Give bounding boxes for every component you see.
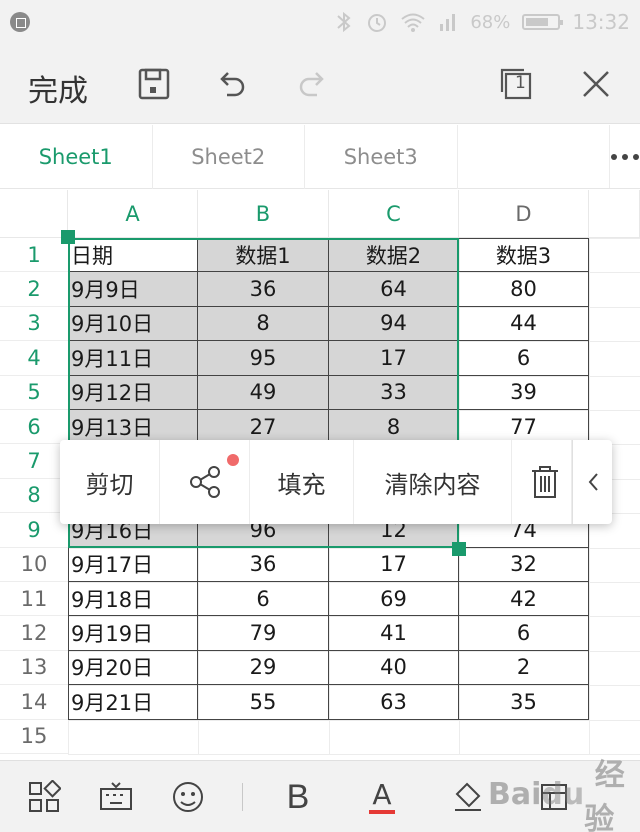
- cell-d13[interactable]: 2: [459, 650, 589, 686]
- undo-icon[interactable]: [212, 64, 252, 104]
- column-header-d[interactable]: D: [459, 190, 589, 238]
- share-icon: [189, 466, 220, 498]
- signal-icon: [440, 14, 456, 31]
- row-header-7[interactable]: 7: [0, 444, 68, 479]
- tab-sheet1[interactable]: Sheet1: [0, 125, 153, 189]
- row-header-12[interactable]: 12: [0, 616, 68, 651]
- row-header-3[interactable]: 3: [0, 307, 68, 342]
- cell-c10[interactable]: 17: [329, 547, 459, 582]
- baidu-watermark: Bai du 经验: [488, 758, 625, 832]
- column-header-c[interactable]: C: [329, 190, 459, 238]
- cell-b10[interactable]: 36: [198, 547, 329, 582]
- status-icons: 68% 13:32: [334, 8, 630, 36]
- bluetooth-off-icon: [337, 11, 351, 33]
- cut-button[interactable]: 剪切: [60, 440, 160, 524]
- column-header-spare: [589, 190, 640, 238]
- cell-a11[interactable]: 9月18日: [68, 582, 198, 617]
- cell-a10[interactable]: 9月17日: [68, 547, 198, 582]
- chevron-left-icon[interactable]: [572, 440, 612, 524]
- row-header-9[interactable]: 9: [0, 513, 68, 548]
- cell-d1[interactable]: 数据3: [459, 238, 589, 273]
- cell-d2[interactable]: 80: [459, 272, 589, 307]
- notification-dot: [227, 454, 239, 466]
- cell-c12[interactable]: 41: [329, 616, 459, 651]
- row-header-13[interactable]: 13: [0, 651, 68, 686]
- column-header-b[interactable]: B: [198, 190, 329, 238]
- font-color-label: A: [372, 778, 392, 811]
- tab-spacer: [458, 125, 610, 188]
- toolbar: 完成 1: [0, 44, 640, 124]
- cell-d3[interactable]: 44: [459, 306, 589, 342]
- emoji-icon[interactable]: [166, 775, 210, 819]
- apps-icon[interactable]: [22, 775, 66, 819]
- screenshot-icon: [10, 12, 30, 32]
- clock: 13:32: [572, 10, 630, 34]
- cell-c13[interactable]: 40: [329, 650, 459, 686]
- cell-a12[interactable]: 9月19日: [68, 616, 198, 651]
- fill-button[interactable]: 填充: [250, 440, 354, 524]
- grid-line: [68, 719, 640, 721]
- redo-icon[interactable]: [292, 64, 332, 104]
- cell-d10[interactable]: 32: [459, 547, 589, 582]
- row-header-4[interactable]: 4: [0, 341, 68, 376]
- row-header-1[interactable]: 1: [0, 238, 68, 273]
- done-button[interactable]: 完成: [28, 66, 88, 110]
- row-header-5[interactable]: 5: [0, 376, 68, 410]
- save-icon[interactable]: [134, 64, 174, 104]
- row-header-14[interactable]: 14: [0, 685, 68, 720]
- font-color-bar: [369, 810, 395, 814]
- toolbar-divider: [242, 783, 243, 811]
- context-menu: 剪切 填充 清除内容: [60, 440, 612, 524]
- battery-percent: 68%: [470, 11, 511, 33]
- row-header-11[interactable]: 11: [0, 582, 68, 617]
- tab-sheet2[interactable]: Sheet2: [153, 125, 305, 189]
- corner-cell[interactable]: [0, 190, 68, 238]
- row-header-2[interactable]: 2: [0, 272, 68, 307]
- share-button[interactable]: [160, 440, 250, 524]
- alarm-icon: [368, 14, 387, 32]
- fill-color-icon[interactable]: [446, 775, 490, 819]
- battery-icon: [522, 14, 564, 30]
- status-bar: 68% 13:32: [0, 0, 640, 44]
- close-icon[interactable]: [576, 64, 616, 104]
- cell-a13[interactable]: 9月20日: [68, 650, 198, 686]
- window-count: 1: [515, 73, 526, 93]
- delete-button[interactable]: [512, 440, 572, 524]
- cell-b14[interactable]: 55: [198, 685, 329, 720]
- cell-d5[interactable]: 39: [459, 375, 589, 410]
- cell-a14[interactable]: 9月21日: [68, 685, 198, 720]
- cell-c11[interactable]: 69: [329, 582, 459, 617]
- delete-icon: [532, 466, 558, 498]
- row-header-8[interactable]: 8: [0, 479, 68, 514]
- cell-c14[interactable]: 63: [329, 685, 459, 720]
- bold-button[interactable]: B: [276, 775, 320, 819]
- cell-b13[interactable]: 29: [198, 650, 329, 686]
- selection-handle-bottom[interactable]: [452, 541, 466, 556]
- more-icon[interactable]: [610, 125, 640, 188]
- sheet-tabs: Sheet1 Sheet2 Sheet3: [0, 125, 640, 189]
- cell-d4[interactable]: 6: [459, 341, 589, 376]
- font-color-button[interactable]: A: [360, 775, 404, 819]
- keyboard-icon[interactable]: [94, 775, 138, 819]
- cell-b12[interactable]: 79: [198, 616, 329, 651]
- grid-line: [68, 754, 640, 755]
- cell-d14[interactable]: 35: [459, 685, 589, 720]
- wifi-icon: [401, 13, 425, 32]
- selection-handle-top[interactable]: [61, 230, 75, 244]
- cell-d11[interactable]: 42: [459, 582, 589, 617]
- cell-d12[interactable]: 6: [459, 616, 589, 651]
- column-header-a[interactable]: A: [68, 190, 198, 238]
- row-header-15[interactable]: 15: [0, 720, 68, 754]
- cell-b11[interactable]: 6: [198, 582, 329, 617]
- clear-content-button[interactable]: 清除内容: [354, 440, 512, 524]
- tab-sheet3[interactable]: Sheet3: [305, 125, 458, 189]
- switch-window-icon[interactable]: 1: [496, 64, 536, 104]
- row-header-6[interactable]: 6: [0, 410, 68, 445]
- row-header-10[interactable]: 10: [0, 548, 68, 582]
